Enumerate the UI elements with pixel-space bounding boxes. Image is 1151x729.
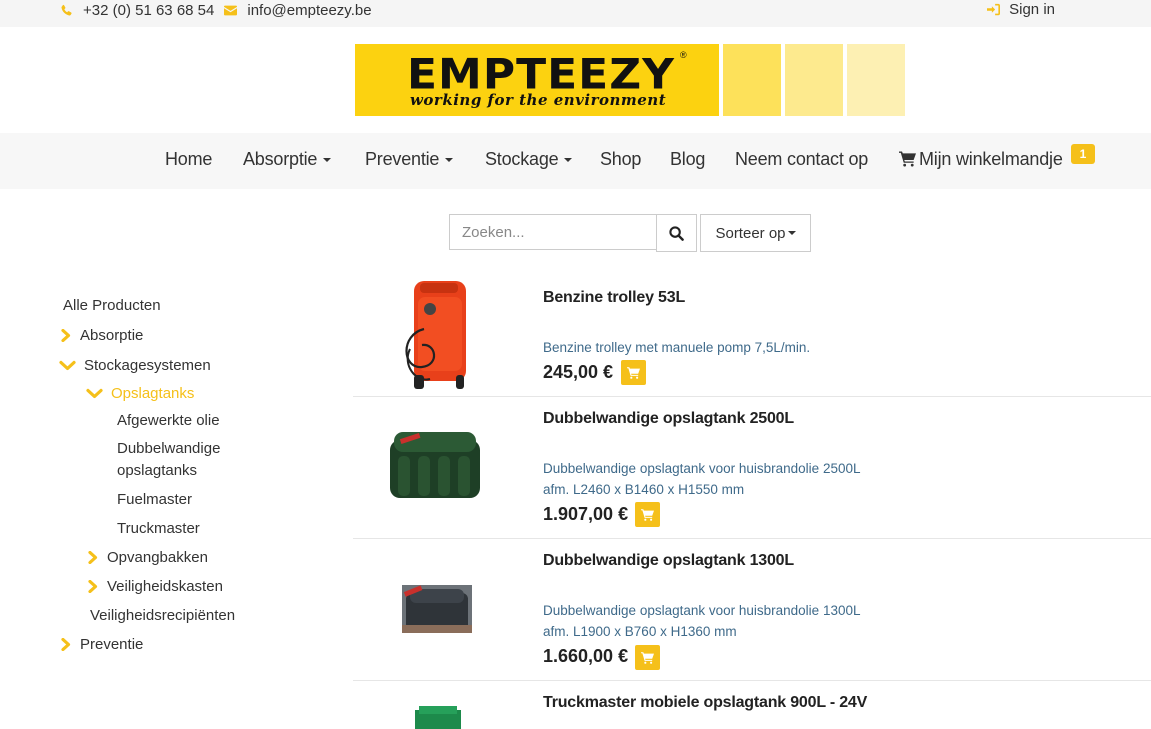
category-stockagesystemen[interactable]: Stockagesystemen bbox=[59, 357, 211, 374]
product-divider bbox=[353, 538, 1151, 539]
caret-down-icon bbox=[787, 231, 796, 235]
product-divider bbox=[353, 396, 1151, 397]
caret-down-icon bbox=[445, 158, 454, 163]
cart-icon bbox=[641, 651, 654, 664]
category-opvangbakken-label: Opvangbakken bbox=[107, 549, 208, 566]
logo-square bbox=[723, 44, 782, 116]
nav-preventie[interactable]: Preventie bbox=[365, 149, 454, 170]
chevron-down-icon bbox=[86, 388, 103, 399]
nav-stockage[interactable]: Stockage bbox=[485, 149, 573, 170]
product-dimensions: afm. L1900 x B760 x H1360 mm bbox=[543, 624, 737, 639]
nav-home[interactable]: Home bbox=[165, 149, 212, 170]
category-fuelmaster[interactable]: Fuelmaster bbox=[117, 491, 192, 508]
search-button[interactable] bbox=[656, 214, 697, 252]
category-dubbelwandige-line2: opslagtanks bbox=[117, 462, 198, 479]
nav-stockage-label: Stockage bbox=[485, 149, 559, 169]
product-divider bbox=[353, 680, 1151, 681]
category-stockagesystemen-label: Stockagesystemen bbox=[84, 357, 211, 374]
nav-absorptie-label: Absorptie bbox=[243, 149, 318, 169]
envelope-icon bbox=[224, 4, 238, 17]
sign-in-icon bbox=[987, 3, 1001, 16]
cart-count-badge: 1 bbox=[1071, 144, 1095, 164]
caret-down-icon bbox=[323, 158, 332, 163]
product-title[interactable]: Truckmaster mobiele opslagtank 900L - 24… bbox=[543, 694, 867, 712]
sign-in-link[interactable]: Sign in bbox=[987, 1, 1055, 18]
category-preventie[interactable]: Preventie bbox=[59, 636, 143, 653]
category-dubbelwandige-opslagtanks[interactable]: Dubbelwandige opslagtanks bbox=[117, 438, 220, 482]
product-title[interactable]: Benzine trolley 53L bbox=[543, 289, 685, 307]
cart-icon bbox=[627, 366, 640, 379]
add-to-cart-button[interactable] bbox=[621, 360, 646, 385]
product-description-line: Dubbelwandige opslagtank voor huisbrando… bbox=[543, 461, 861, 476]
chevron-down-icon bbox=[59, 360, 76, 371]
product-description-line: Dubbelwandige opslagtank voor huisbrando… bbox=[543, 603, 861, 618]
sign-in-label: Sign in bbox=[1009, 1, 1055, 18]
caret-down-icon bbox=[564, 158, 573, 163]
contact-info: +32 (0) 51 63 68 54 info@empteezy.be bbox=[60, 2, 372, 19]
product-image-truckmaster[interactable] bbox=[415, 706, 461, 729]
product-image-tank-1300l[interactable] bbox=[402, 585, 472, 633]
search-icon bbox=[669, 225, 684, 241]
product-description: Dubbelwandige opslagtank voor huisbrando… bbox=[543, 458, 860, 500]
product-dimensions: afm. L2460 x B1460 x H1550 mm bbox=[543, 482, 745, 497]
product-description: Dubbelwandige opslagtank voor huisbrando… bbox=[543, 600, 860, 642]
category-afgewerkte-olie[interactable]: Afgewerkte olie bbox=[117, 412, 220, 429]
phone-number[interactable]: +32 (0) 51 63 68 54 bbox=[83, 2, 214, 19]
nav-cart-label: Mijn winkelmandje bbox=[919, 149, 1063, 169]
category-opslagtanks-label: Opslagtanks bbox=[111, 385, 195, 402]
category-veiligheidsrecipienten[interactable]: Veiligheidsrecipiënten bbox=[90, 607, 235, 624]
category-veiligheidskasten-label: Veiligheidskasten bbox=[107, 578, 223, 595]
nav-shop[interactable]: Shop bbox=[600, 149, 641, 170]
category-absorptie[interactable]: Absorptie bbox=[59, 327, 143, 344]
phone-icon bbox=[60, 4, 73, 17]
main-nav: Home Absorptie Preventie Stockage Shop B… bbox=[0, 133, 1151, 189]
add-to-cart-button[interactable] bbox=[635, 502, 660, 527]
sort-dropdown[interactable]: Sorteer op bbox=[700, 214, 811, 252]
category-all-products[interactable]: Alle Producten bbox=[63, 297, 161, 314]
sort-label: Sorteer op bbox=[715, 224, 786, 242]
category-truckmaster[interactable]: Truckmaster bbox=[117, 520, 200, 537]
site-logo[interactable]: EMPTEEZY ® working for the environment bbox=[355, 44, 905, 116]
add-to-cart-button[interactable] bbox=[635, 645, 660, 670]
chevron-right-icon bbox=[61, 638, 71, 651]
chevron-right-icon bbox=[61, 329, 71, 342]
category-veiligheidskasten[interactable]: Veiligheidskasten bbox=[86, 578, 223, 595]
chevron-right-icon bbox=[88, 580, 98, 593]
logo-tagline: working for the environment bbox=[410, 91, 667, 109]
email-link[interactable]: info@empteezy.be bbox=[247, 2, 371, 19]
product-title[interactable]: Dubbelwandige opslagtank 1300L bbox=[543, 552, 794, 570]
logo-square bbox=[785, 44, 844, 116]
cart-icon bbox=[899, 151, 916, 172]
nav-blog[interactable]: Blog bbox=[670, 149, 705, 170]
nav-preventie-label: Preventie bbox=[365, 149, 440, 169]
category-absorptie-label: Absorptie bbox=[80, 327, 144, 344]
category-opvangbakken[interactable]: Opvangbakken bbox=[86, 549, 208, 566]
logo-main-block: EMPTEEZY ® working for the environment bbox=[355, 44, 720, 116]
cart-icon bbox=[641, 508, 654, 521]
logo-registered-mark: ® bbox=[680, 50, 687, 60]
chevron-right-icon bbox=[88, 551, 98, 564]
category-dubbelwandige-line1: Dubbelwandige bbox=[117, 440, 221, 457]
product-image-tank-2500l[interactable] bbox=[388, 430, 482, 500]
product-description: Benzine trolley met manuele pomp 7,5L/mi… bbox=[543, 340, 811, 355]
product-price: 245,00 € bbox=[543, 362, 614, 382]
logo-square bbox=[847, 44, 905, 116]
product-price: 1.660,00 € bbox=[543, 646, 629, 666]
search-input[interactable] bbox=[449, 214, 657, 250]
nav-contact[interactable]: Neem contact op bbox=[735, 149, 868, 170]
category-preventie-label: Preventie bbox=[80, 636, 144, 653]
nav-cart[interactable]: Mijn winkelmandje bbox=[899, 149, 1063, 172]
product-price: 1.907,00 € bbox=[543, 504, 629, 524]
product-title[interactable]: Dubbelwandige opslagtank 2500L bbox=[543, 410, 794, 428]
top-bar: +32 (0) 51 63 68 54 info@empteezy.be Sig… bbox=[0, 0, 1151, 27]
product-image-benzine-trolley[interactable] bbox=[400, 279, 470, 393]
category-opslagtanks[interactable]: Opslagtanks bbox=[86, 385, 194, 402]
nav-absorptie[interactable]: Absorptie bbox=[243, 149, 332, 170]
